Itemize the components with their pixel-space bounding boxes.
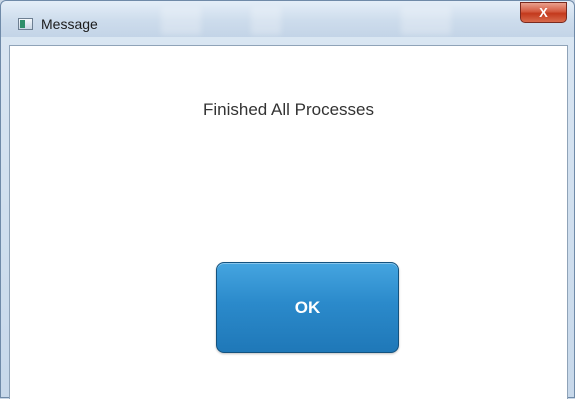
app-window-icon (18, 18, 33, 30)
window-title: Message (41, 16, 98, 32)
dialog-content: Finished All Processes OK (9, 45, 568, 399)
close-button[interactable]: X (520, 2, 567, 23)
title-bar[interactable]: Message X (1, 1, 574, 37)
message-window: Message X Finished All Processes OK (0, 0, 575, 399)
status-message: Finished All Processes (202, 100, 375, 119)
titlebar-glass-streak (401, 7, 451, 35)
close-icon: X (539, 5, 548, 20)
titlebar-glass-streak (161, 7, 201, 35)
titlebar-glass-streak (251, 7, 281, 35)
ok-button[interactable]: OK (216, 262, 399, 353)
